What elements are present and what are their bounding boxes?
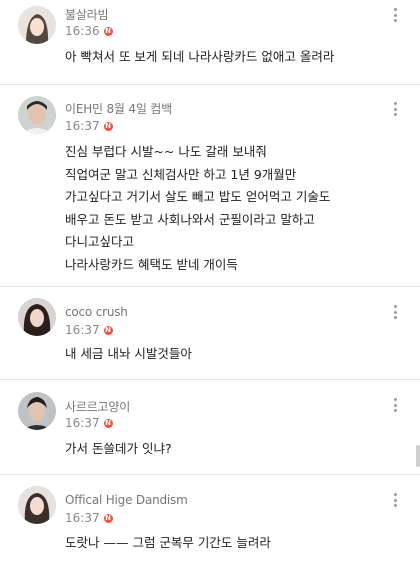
- comment-author[interactable]: coco crush: [65, 305, 128, 319]
- comment-author[interactable]: 불살라빔: [65, 6, 109, 23]
- avatar[interactable]: [18, 96, 56, 134]
- comment-text: 가서 돈쓸데가 잇냐?: [65, 438, 390, 461]
- comment-text: 아 빡쳐서 또 보게 되네 나라사랑카드 없애고 올려라: [65, 46, 390, 69]
- more-options-icon[interactable]: [392, 8, 398, 22]
- more-options-icon[interactable]: [392, 102, 398, 116]
- more-options-icon[interactable]: [392, 493, 398, 507]
- comment-time: 16:36: [65, 24, 100, 38]
- comment-line: 나라사랑카드 혜택도 받네 개이득: [65, 256, 238, 272]
- divider: [0, 379, 420, 380]
- comment-line: 내 세금 내놔 시발것들아: [65, 346, 192, 361]
- more-options-icon[interactable]: [392, 305, 398, 319]
- divider: [0, 84, 420, 85]
- more-options-icon[interactable]: [392, 398, 398, 412]
- comment-meta: 16:37 N: [65, 511, 113, 525]
- comment-line: 다니고싶다고: [65, 234, 135, 249]
- comment-line: 도랏나 —— 그럼 군복무 기간도 늘려라: [65, 535, 271, 550]
- comment-meta: 16:37 N: [65, 119, 113, 133]
- scrollbar[interactable]: [416, 445, 420, 467]
- comment-meta: 16:36 N: [65, 24, 113, 38]
- comment-meta: 16:37 N: [65, 416, 113, 430]
- new-badge: N: [103, 513, 113, 523]
- comment-time: 16:37: [65, 119, 100, 133]
- comment-time: 16:37: [65, 416, 100, 430]
- comment-line: 배우고 돈도 받고 사회나와서 군필이라고 말하고: [65, 211, 315, 227]
- comment-line: 아 빡쳐서 또 보게 되네 나라사랑카드 없애고 올려라: [65, 49, 335, 64]
- comment-line: 진심 부럽다 시발~~ 나도 갈래 보내줘: [65, 144, 267, 159]
- comment-text: 진심 부럽다 시발~~ 나도 갈래 보내줘 직업여군 말고 신체검사만 하고 1…: [65, 141, 390, 276]
- comment-text: 도랏나 —— 그럼 군복무 기간도 늘려라: [65, 532, 390, 555]
- avatar[interactable]: [18, 486, 56, 524]
- new-badge: N: [103, 26, 113, 36]
- comment-text: 내 세금 내놔 시발것들아: [65, 343, 390, 366]
- new-badge: N: [103, 121, 113, 131]
- comment-author[interactable]: 사르르고양이: [65, 398, 130, 415]
- comment-time: 16:37: [65, 511, 100, 525]
- comment-line: 가고싶다고 거기서 살도 빼고 밥도 얻어먹고 기술도: [65, 189, 331, 204]
- avatar[interactable]: [18, 298, 56, 336]
- comment-author[interactable]: Offical Hige Dandism: [65, 493, 188, 507]
- comment-meta: 16:37 N: [65, 323, 113, 337]
- avatar[interactable]: [18, 6, 56, 44]
- divider: [0, 286, 420, 287]
- new-badge: N: [103, 325, 113, 335]
- new-badge: N: [103, 418, 113, 428]
- comment-time: 16:37: [65, 323, 100, 337]
- avatar[interactable]: [18, 392, 56, 430]
- divider: [0, 474, 420, 475]
- comment-line: 직업여군 말고 신체검사만 하고 1년 9개월만: [65, 166, 297, 182]
- comment-author[interactable]: 이EH민 8월 4일 컴백: [65, 100, 172, 117]
- comment-line: 가서 돈쓸데가 잇냐?: [65, 441, 172, 456]
